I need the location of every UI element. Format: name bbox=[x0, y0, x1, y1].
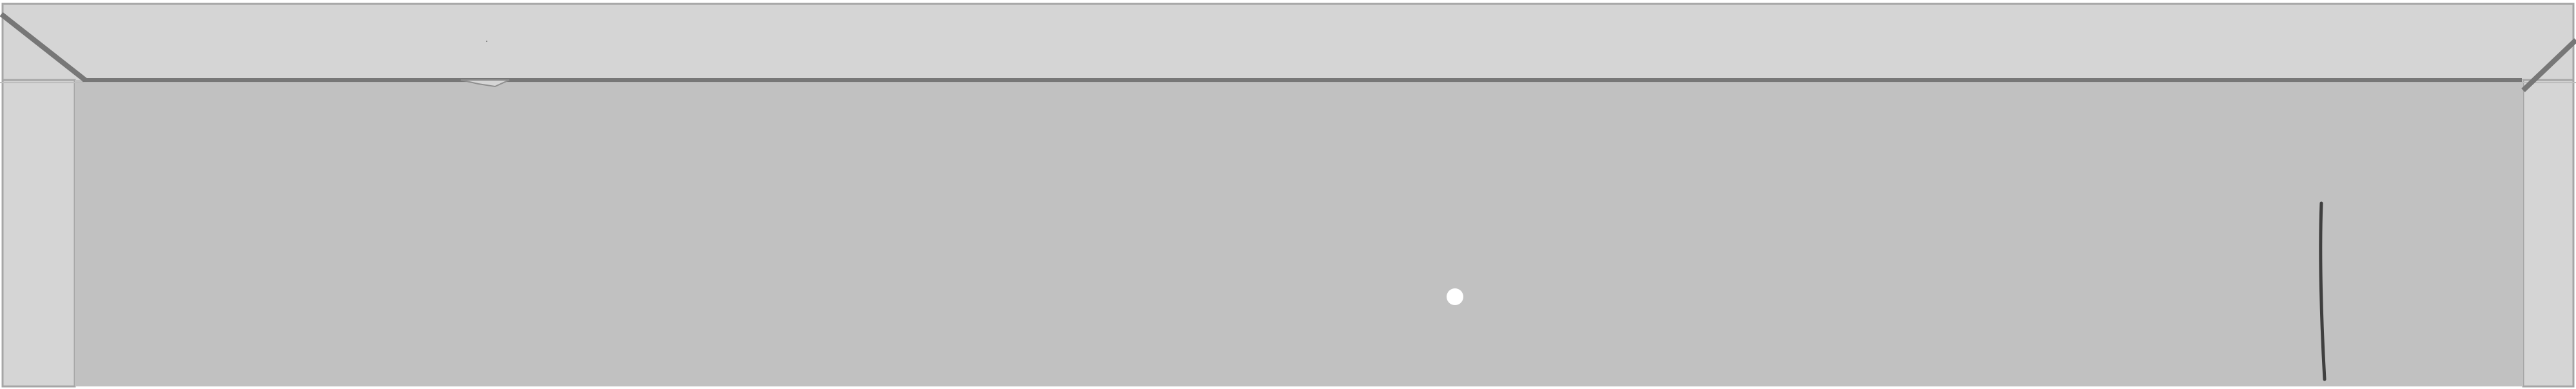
left-wall-panel bbox=[1, 79, 76, 388]
viewport-canvas[interactable] bbox=[0, 0, 2576, 389]
back-wall-surface bbox=[75, 80, 2523, 386]
right-wall-panel bbox=[2522, 79, 2575, 388]
white-dot-cursor-icon[interactable] bbox=[1447, 288, 1463, 305]
room-scene bbox=[0, 0, 2576, 389]
ceiling-panel bbox=[1, 3, 2575, 83]
